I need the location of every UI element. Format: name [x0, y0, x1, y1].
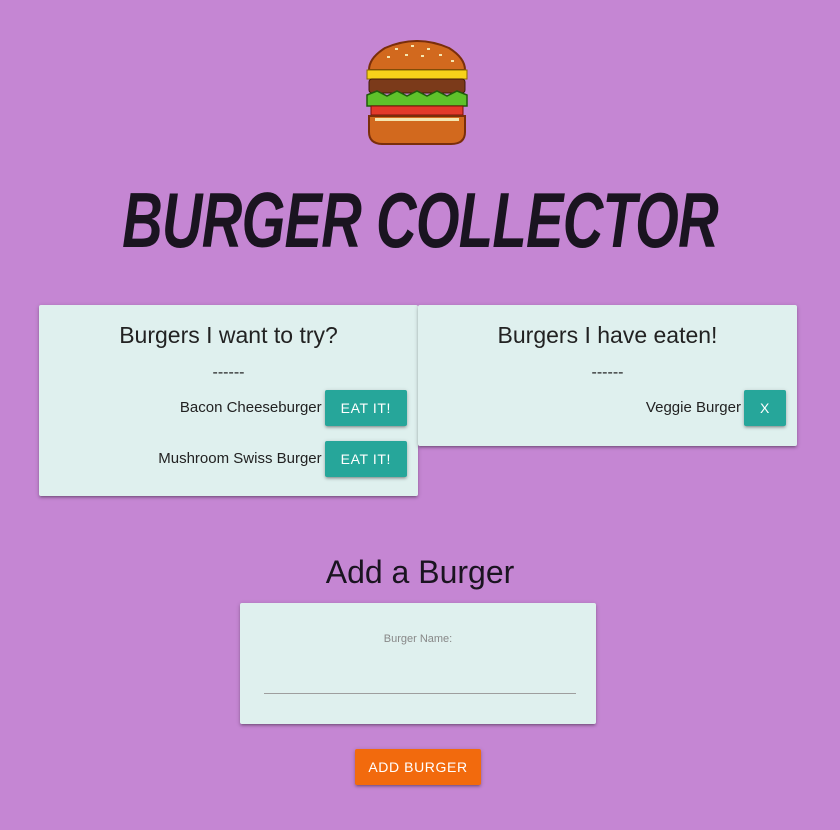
burger-name: Mushroom Swiss Burger	[158, 450, 322, 467]
list-item: Mushroom Swiss Burger EAT IT!	[39, 440, 418, 477]
want-to-try-heading: Burgers I want to try?	[119, 322, 338, 348]
eat-it-button[interactable]: EAT IT!	[324, 389, 407, 426]
eat-it-button[interactable]: EAT IT!	[324, 440, 407, 477]
want-to-try-card: Burgers I want to try? ------ Bacon Chee…	[39, 305, 418, 496]
burger-logo-icon	[366, 40, 468, 145]
eaten-separator: ------	[591, 364, 624, 381]
eaten-card: Burgers I have eaten! ------ Veggie Burg…	[418, 305, 797, 446]
add-burger-heading: Add a Burger	[325, 554, 515, 590]
burger-name: Veggie Burger	[645, 399, 741, 416]
burger-name: Bacon Cheeseburger	[179, 399, 322, 416]
page-title: BURGER COLLECTOR	[122, 176, 719, 264]
remove-button[interactable]: X	[744, 389, 786, 426]
list-item: Veggie Burger X	[418, 389, 797, 426]
list-item: Bacon Cheeseburger EAT IT!	[39, 389, 418, 426]
want-to-try-separator: ------	[212, 364, 245, 381]
page: BURGER COLLECTOR Burgers I want to try? …	[0, 0, 840, 830]
burger-name-input[interactable]	[264, 663, 576, 694]
add-burger-button[interactable]: ADD BURGER	[355, 749, 481, 785]
add-burger-form: Burger Name:	[240, 603, 596, 724]
burger-name-label: Burger Name:	[383, 633, 453, 645]
eaten-heading: Burgers I have eaten!	[497, 322, 718, 348]
